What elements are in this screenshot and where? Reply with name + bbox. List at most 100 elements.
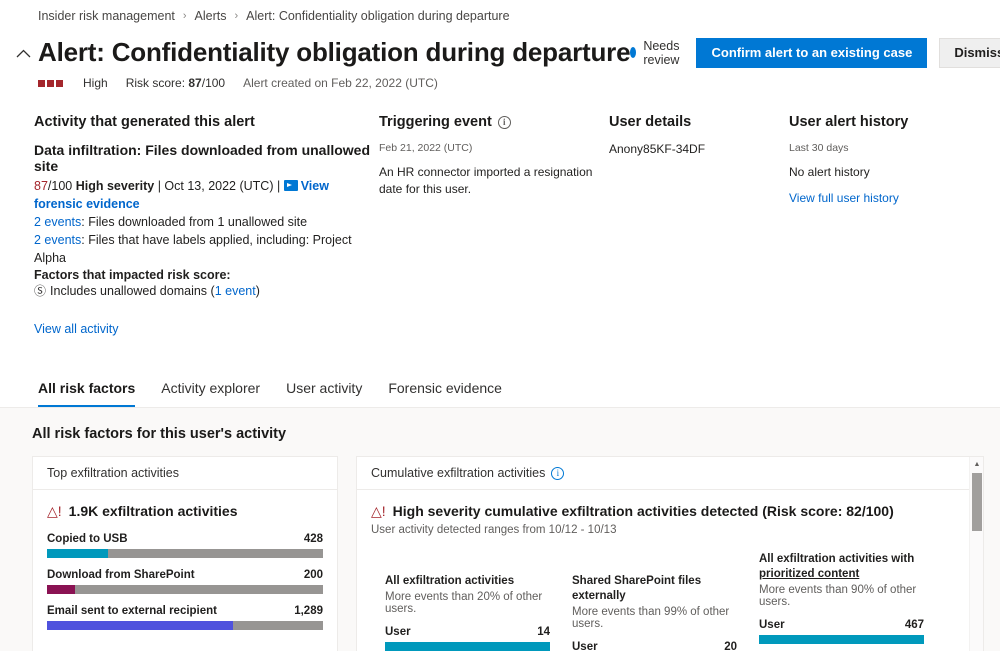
metric-title: All exfiltration activities <box>385 574 550 589</box>
factor-text: Includes unallowed domains (1 event) <box>50 282 260 300</box>
metric-bar-label: User <box>572 641 598 651</box>
bar-track <box>47 621 323 630</box>
bar-row: Email sent to external recipient 1,289 <box>47 605 323 630</box>
status-dot-icon <box>630 47 636 58</box>
activity-event-row: 2 events: Files downloaded from 1 unallo… <box>34 213 379 231</box>
bar-value: 428 <box>304 533 323 545</box>
bar-track <box>47 549 323 558</box>
factor-event-link[interactable]: 1 event <box>215 284 256 298</box>
history-status: No alert history <box>789 164 989 181</box>
metric-bar-fill <box>385 642 550 651</box>
triggering-event-date: Feb 21, 2022 (UTC) <box>379 142 609 154</box>
bar-fill <box>47 621 233 630</box>
bar-label: Email sent to external recipient <box>47 605 217 617</box>
bar-track <box>47 585 323 594</box>
cumulative-card-header: Cumulative exfiltration activities i <box>357 457 983 490</box>
top-exfiltration-card: Top exfiltration activities △! 1.9K exfi… <box>32 456 338 651</box>
metric-title: Shared SharePoint files externally <box>572 574 737 604</box>
metric-bar-fill <box>759 635 924 644</box>
breadcrumb-item-alerts[interactable]: Alerts <box>195 9 227 23</box>
info-icon[interactable]: i <box>551 467 564 480</box>
breadcrumb-item-irm[interactable]: Insider risk management <box>38 9 175 23</box>
cumulative-warning-text: High severity cumulative exfiltration ac… <box>393 503 894 519</box>
tab-bar: All risk factors Activity explorer User … <box>0 380 1000 407</box>
globe-blocked-icon: Ⓢ <box>34 282 46 300</box>
tab-activity-explorer[interactable]: Activity explorer <box>161 380 260 407</box>
user-alert-history-heading: User alert history <box>789 114 989 130</box>
risk-score-label: Risk score: <box>126 76 185 90</box>
tab-user-activity[interactable]: User activity <box>286 380 362 407</box>
metric-title-text: All exfiltration activities with priorit… <box>759 553 914 580</box>
metric-column: All exfiltration activities More events … <box>385 552 550 651</box>
metric-subtitle: More events than 99% of other users. <box>572 606 737 630</box>
triggering-event-column: Triggering event i Feb 21, 2022 (UTC) An… <box>379 114 609 336</box>
activity-heading: Activity that generated this alert <box>34 114 379 130</box>
event-count-link[interactable]: 2 events <box>34 233 81 247</box>
severity-high-icon <box>38 80 63 87</box>
activity-date: | Oct 13, 2022 (UTC) | <box>154 179 283 193</box>
cumulative-metrics: All exfiltration activities More events … <box>371 552 969 651</box>
top-exfiltration-card-body: △! 1.9K exfiltration activities Copied t… <box>33 490 337 630</box>
triggering-event-heading: Triggering event i <box>379 114 609 130</box>
activity-title: Data infiltration: Files downloaded from… <box>34 142 379 174</box>
activity-score: 87 <box>34 179 48 193</box>
cumulative-warning: △! High severity cumulative exfiltration… <box>371 503 969 519</box>
user-alert-history-column: User alert history Last 30 days No alert… <box>789 114 989 336</box>
tab-all-risk-factors[interactable]: All risk factors <box>38 380 135 407</box>
cumulative-exfiltration-card: Cumulative exfiltration activities i △! … <box>356 456 984 651</box>
bar-fill <box>47 585 75 594</box>
chevron-up-icon[interactable] <box>12 43 34 65</box>
bar-value: 1,289 <box>294 605 323 617</box>
breadcrumb-separator-icon: › <box>183 10 187 22</box>
event-count-link[interactable]: 2 events <box>34 215 81 229</box>
alert-created-date: Alert created on Feb 22, 2022 (UTC) <box>243 76 438 90</box>
triggering-event-heading-text: Triggering event <box>379 114 492 130</box>
top-exfiltration-card-header: Top exfiltration activities <box>33 457 337 490</box>
tab-forensic-evidence[interactable]: Forensic evidence <box>388 380 502 407</box>
caret-up-icon[interactable]: ▲ <box>970 457 984 471</box>
triggering-event-body: An HR connector imported a resignation d… <box>379 164 609 198</box>
user-details-column: User details Anony85KF-34DF <box>609 114 789 336</box>
user-details-heading: User details <box>609 114 789 130</box>
confirm-alert-button[interactable]: Confirm alert to an existing case <box>696 38 927 68</box>
activity-column: Activity that generated this alert Data … <box>34 114 379 336</box>
metric-bar-track <box>759 635 924 644</box>
activity-severity-line: 87/100 High severity | Oct 13, 2022 (UTC… <box>34 177 379 213</box>
info-icon[interactable]: i <box>498 116 511 129</box>
activity-event-row: 2 events: Files that have labels applied… <box>34 231 379 267</box>
activity-severity: High severity <box>76 179 155 193</box>
severity-label: High <box>83 76 108 90</box>
risk-factors-heading: All risk factors for this user's activit… <box>0 426 1000 442</box>
bar-fill <box>47 549 108 558</box>
view-full-user-history-link[interactable]: View full user history <box>789 191 989 205</box>
exfiltration-count: 1.9K exfiltration activities <box>69 503 238 519</box>
view-all-activity-link[interactable]: View all activity <box>34 322 379 336</box>
factors-heading: Factors that impacted risk score: <box>34 268 379 282</box>
breadcrumb: Insider risk management › Alerts › Alert… <box>0 0 1000 23</box>
cumulative-warning-subtext: User activity detected ranges from 10/12… <box>371 524 969 536</box>
metric-title: All exfiltration activities with priorit… <box>759 552 924 582</box>
breadcrumb-item-current: Alert: Confidentiality obligation during… <box>246 9 509 23</box>
scrollbar-thumb[interactable] <box>972 473 982 531</box>
metric-subtitle: More events than 90% of other users. <box>759 584 924 608</box>
exfiltration-warning: △! 1.9K exfiltration activities <box>47 503 323 519</box>
alert-detail-page: Insider risk management › Alerts › Alert… <box>0 0 1000 651</box>
risk-factors-panel: All risk factors for this user's activit… <box>0 407 1000 651</box>
video-icon <box>284 180 298 191</box>
page-title: Alert: Confidentiality obligation during… <box>38 37 630 68</box>
metric-column: All exfiltration activities with priorit… <box>759 552 924 651</box>
bar-value: 200 <box>304 569 323 581</box>
warning-triangle-icon: △! <box>371 504 386 518</box>
dismiss-alert-button[interactable]: Dismiss alert <box>939 38 1000 68</box>
activity-score-total: /100 <box>48 179 76 193</box>
cumulative-card-body: △! High severity cumulative exfiltration… <box>357 490 983 651</box>
risk-score-value: 87 <box>188 76 201 90</box>
metric-bar-label: User <box>759 619 785 631</box>
metric-bar-value: 20 <box>724 641 737 651</box>
page-header: Alert: Confidentiality obligation during… <box>0 23 1000 68</box>
card-scrollbar[interactable]: ▲ ▼ <box>969 457 983 651</box>
metric-bar-value: 467 <box>905 619 924 631</box>
risk-score-total: /100 <box>202 76 225 90</box>
user-id-value: Anony85KF-34DF <box>609 142 789 156</box>
metric-bar-label: User <box>385 626 411 638</box>
